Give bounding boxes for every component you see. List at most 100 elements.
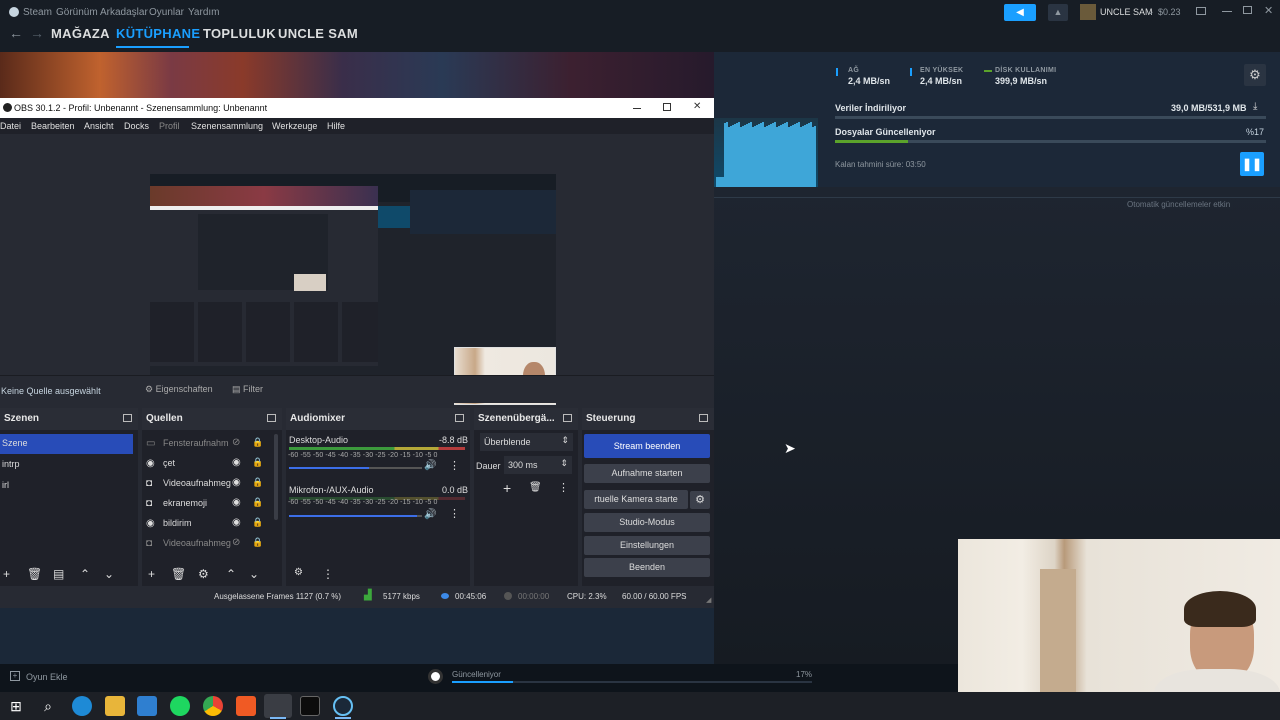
volume-slider-track[interactable] — [289, 467, 422, 469]
trash-icon[interactable]: 🗑 — [171, 567, 186, 581]
scene-item-szene[interactable]: Szene — [0, 434, 133, 454]
chevron-up-icon[interactable]: ⌃ — [226, 567, 236, 581]
lock-icon[interactable]: 🔒 — [252, 457, 263, 468]
obs-close-icon[interactable]: ✕ — [693, 101, 701, 112]
chevron-up-icon[interactable]: ⌃ — [80, 567, 90, 581]
menu-friends[interactable]: Arkadaşlar — [100, 7, 148, 18]
studio-mode-button[interactable]: Studio-Modus — [584, 513, 710, 532]
record-start-button[interactable]: Aufnahme starten — [584, 464, 710, 483]
add-game-icon[interactable]: + — [10, 671, 20, 681]
trash-icon[interactable]: 🗑 — [529, 482, 542, 493]
brave-icon[interactable] — [236, 696, 256, 716]
terminal-icon[interactable] — [300, 696, 320, 716]
chevron-down-icon[interactable]: ⌄ — [104, 567, 114, 581]
stream-stop-button[interactable]: Stream beenden — [584, 434, 710, 458]
virtual-camera-settings-icon[interactable]: ⚙ — [690, 491, 710, 509]
dock-popout-icon[interactable] — [123, 414, 132, 422]
resize-grip-icon[interactable]: ◢ — [706, 596, 711, 604]
edge-icon[interactable] — [72, 696, 92, 716]
update-status-text[interactable]: Güncelleniyor — [452, 670, 501, 679]
avatar[interactable] — [1080, 4, 1096, 20]
store-icon[interactable] — [137, 696, 157, 716]
scrollbar[interactable] — [274, 434, 278, 520]
monitor-icon[interactable] — [1196, 7, 1206, 15]
scene-item-irl[interactable]: irl — [0, 476, 11, 496]
menu-steam[interactable]: Steam — [23, 7, 52, 18]
duration-spinbox[interactable]: 300 ms ⇕ — [504, 456, 572, 474]
source-item[interactable]: ◉ bildirim ◉ 🔒 — [142, 514, 272, 534]
eye-hidden-icon[interactable]: ⊘ — [232, 437, 240, 448]
dock-popout-icon[interactable] — [563, 414, 572, 422]
nav-profile[interactable]: UNCLE SAM — [278, 26, 358, 41]
settings-button[interactable]: Einstellungen — [584, 536, 710, 555]
mixer-settings-icon[interactable]: ⚙ — [294, 567, 303, 578]
steam-icon[interactable] — [333, 696, 353, 716]
dock-popout-icon[interactable] — [699, 414, 708, 422]
add-game-label[interactable]: Oyun Ekle — [26, 672, 68, 682]
nav-store[interactable]: MAĞAZA — [51, 26, 110, 41]
obs-menu-help[interactable]: Hilfe — [327, 121, 345, 131]
trash-icon[interactable]: 🗑 — [27, 567, 42, 581]
obs-menu-docks[interactable]: Docks — [124, 121, 149, 131]
speaker-icon[interactable]: 🔊 — [424, 460, 436, 471]
gear-icon[interactable]: ⚙ — [198, 567, 209, 581]
search-icon[interactable]: ⌕ — [38, 696, 58, 716]
transition-select[interactable]: Überblende ⇕ — [480, 433, 573, 451]
chrome-icon[interactable] — [203, 696, 223, 716]
folder-icon[interactable] — [105, 696, 125, 716]
dock-popout-icon[interactable] — [267, 414, 276, 422]
nav-community[interactable]: TOPLULUK — [203, 26, 276, 41]
eye-icon[interactable]: ◉ — [232, 517, 241, 528]
lock-icon[interactable]: 🔒 — [252, 537, 263, 548]
add-icon[interactable]: + — [148, 567, 155, 581]
close-icon[interactable]: ✕ — [1264, 4, 1273, 17]
source-item[interactable]: ◘ ekranemoji ◉ 🔒 — [142, 494, 272, 514]
add-icon[interactable]: + — [3, 567, 10, 581]
obs-menu-tools[interactable]: Werkzeuge — [272, 121, 317, 131]
source-item[interactable]: ◘ Videoaufnahmeg ◉ 🔒 — [142, 474, 272, 494]
eye-icon[interactable]: ◉ — [232, 497, 241, 508]
more-vertical-icon[interactable]: ⋮ — [558, 481, 569, 494]
windows-start-icon[interactable]: ⊞ — [6, 696, 26, 716]
more-vertical-icon[interactable]: ⋮ — [322, 567, 334, 581]
add-icon[interactable]: + — [503, 480, 511, 496]
obs-menu-edit[interactable]: Bearbeiten — [31, 121, 75, 131]
eye-icon[interactable]: ◉ — [232, 477, 241, 488]
obs-minimize-icon[interactable] — [633, 108, 641, 109]
lock-icon[interactable]: 🔒 — [252, 477, 263, 488]
properties-button[interactable]: ⚙ Eigenschaften — [141, 381, 217, 399]
more-vertical-icon[interactable]: ⋮ — [449, 459, 460, 472]
menu-games[interactable]: Oyunlar — [149, 7, 184, 18]
obs-menu-scenecollection[interactable]: Szenensammlung — [191, 121, 263, 131]
obs-menu-profile[interactable]: Profil — [159, 121, 180, 131]
lock-icon[interactable]: 🔒 — [252, 517, 263, 528]
lock-icon[interactable]: 🔒 — [252, 497, 263, 508]
obs-preview[interactable] — [0, 134, 714, 405]
scene-item-intrp[interactable]: intrp — [0, 455, 22, 475]
exit-button[interactable]: Beenden — [584, 558, 710, 577]
source-item[interactable]: ◘ Videoaufnahmeg ⊘ 🔒 — [142, 534, 272, 554]
obs-menu-file[interactable]: Datei — [0, 121, 21, 131]
minimize-icon[interactable] — [1222, 11, 1232, 12]
nav-library[interactable]: KÜTÜPHANE — [116, 26, 200, 41]
obs-icon[interactable] — [264, 694, 292, 718]
filter-button[interactable]: ▤ Filter — [228, 381, 267, 399]
menu-view[interactable]: Görünüm — [56, 7, 98, 18]
menu-help[interactable]: Yardım — [188, 7, 220, 18]
obs-menu-view[interactable]: Ansicht — [84, 121, 114, 131]
eye-hidden-icon[interactable]: ⊘ — [232, 537, 240, 548]
more-vertical-icon[interactable]: ⋮ — [449, 507, 460, 520]
volume-slider-track[interactable] — [289, 515, 422, 517]
virtual-camera-button[interactable]: rtuelle Kamera starte — [584, 490, 688, 509]
filter-icon[interactable]: ▤ — [53, 567, 64, 581]
chevron-down-icon[interactable]: ⌄ — [1147, 6, 1155, 17]
eye-icon[interactable]: ◉ — [232, 457, 241, 468]
source-item[interactable]: ◉ çet ◉ 🔒 — [142, 454, 272, 474]
bell-icon[interactable]: ▲ — [1048, 4, 1068, 21]
forward-arrow-icon[interactable]: → — [30, 25, 44, 41]
speaker-icon[interactable]: 🔊 — [424, 509, 436, 520]
obs-maximize-icon[interactable] — [663, 103, 671, 111]
back-arrow-icon[interactable]: ← — [9, 25, 23, 41]
chevron-down-icon[interactable]: ⌄ — [249, 567, 259, 581]
spotify-icon[interactable] — [170, 696, 190, 716]
